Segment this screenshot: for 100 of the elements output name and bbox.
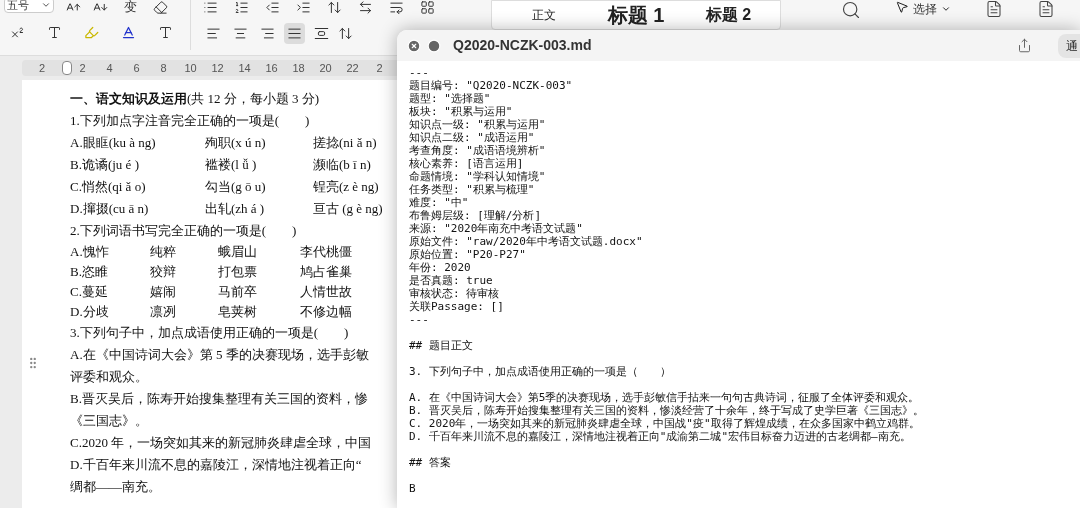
option-text: B.诡谲(ju é ) [70,156,140,174]
option-text: A.愧怍 [70,243,110,261]
option-text: 狡辩 [150,263,177,281]
style-option[interactable]: 标题 1 [585,0,687,30]
text-direction-icon[interactable] [327,0,342,15]
ruler-number: 2 [37,60,47,76]
bullet-list-icon[interactable] [203,0,218,15]
option-text: A.眼眶(ku à ng) [70,134,157,152]
markdown-line: A. 在《中国诗词大会》第5季的决赛现场，选手彭敏信手拈来一句句古典诗词，征服了全体评委和观众。 [409,391,920,404]
document-text: 绸都——南充。 [70,479,161,494]
indent-marker-icon[interactable] [62,61,72,75]
ruler-number: 18 [291,60,306,76]
markdown-line: --- [409,66,429,79]
option-text: 锃亮(z è ng) [313,178,380,196]
numbered-list-icon[interactable] [234,0,249,15]
document-text: 一、语文知识及运用(共 12 分，每小题 3 分) [70,91,320,106]
markdown-line: 是否真题: true [409,274,493,287]
markdown-line: C. 2020年，一场突如其来的新冠肺炎肆虐全球，中国战"疫"取得了辉煌成绩，在众多国家中鹤立鸡群。 [409,417,920,430]
option-text: 皂荚树 [218,303,258,321]
option-text: 嬉闹 [150,283,177,301]
option-text: 鸠占雀巢 [300,263,353,281]
document-icon[interactable] [985,0,1003,18]
document-text: 评委和观众。 [70,369,148,384]
option-text: 濒临(b ī n) [313,156,372,174]
indent-icon[interactable] [296,0,311,15]
superscript-icon[interactable] [10,24,25,40]
option-text: 不修边幅 [300,303,353,321]
close-icon[interactable] [407,38,421,53]
markdown-line: ## 答案 [409,456,451,469]
caret-icon[interactable] [41,0,51,10]
option-text: 出轧(zh á ) [205,200,266,218]
grid-icon[interactable] [420,0,435,15]
markdown-line: 难度: "中" [409,196,469,209]
markdown-line: B. 晋灭吴后，陈寿开始搜集整理有关三国的资料，惨淡经营了十余年，终于写成了史学巨著《三国志》。 [409,404,924,417]
document-text: A.在《中国诗词大会》第 5 季的决赛现场，选手彭敏 [70,347,369,362]
option-text: 马前卒 [218,283,258,301]
share-icon[interactable] [1017,38,1032,53]
document-text: B.晋灭吴后，陈寿开始搜集整理有关三国的资料，惨 [70,391,368,406]
markdown-line: 知识点一级: "积累与运用" [409,118,546,131]
ruler-number: 6 [132,60,141,76]
align-justify-icon[interactable] [284,22,305,44]
style-option[interactable]: 正文 [502,6,586,24]
markdown-line: D. 千百年来川流不息的嘉陵江，深情地注视着正向"成渝第二城"宏伟目标奋力迈进的古老绸都—南充。 [409,430,911,443]
font-color-icon[interactable] [121,24,136,40]
markdown-line: 题型: "选择题" [409,92,491,105]
phonetic-guide-button[interactable]: 变 [120,0,141,17]
document-text: 3.下列句子中，加点成语使用正确的一项是( ) [70,325,349,340]
sort-icon[interactable] [389,0,404,15]
option-text: 勾当(g ō u) [205,178,267,196]
open-with-button[interactable]: 通 [1058,33,1080,58]
ruler-number: 2 [375,60,384,76]
document-text: D.千百年来川流不息的嘉陵江，深情地注视着正向“ [70,457,362,472]
markdown-line: 原始位置: "P20-P27" [409,248,526,261]
pointer-icon[interactable] [895,0,909,14]
style-option[interactable]: 标题 2 [686,3,770,27]
swap-icon[interactable] [358,0,373,15]
option-text: 殉职(x ú n) [205,134,267,152]
ruler-number: 20 [318,60,333,76]
ruler-number: 16 [264,60,279,76]
font-size-select[interactable]: 五号 [4,0,54,13]
search-icon[interactable] [841,0,861,20]
option-text: B.恣睢 [70,263,109,281]
ruler-number: 14 [237,60,252,76]
option-text: 打包票 [218,263,258,281]
select-button[interactable]: 选择 [913,0,937,18]
document-text: 2.下列词语书写完全正确的一项是( ) [70,223,297,238]
option-text: 纯粹 [150,243,177,261]
document-text: C.2020 年，一场突如其来的新冠肺炎肆虐全球，中国 [70,435,372,450]
markdown-line: 关联Passage: [] [409,300,504,313]
option-text: 亘古 (g è ng) [313,200,384,218]
text-effect-icon[interactable] [47,24,62,40]
ruler-number: 8 [159,60,168,76]
markdown-line: ## 题目正文 [409,339,473,352]
markdown-line: 核心素养: [语言运用] [409,157,524,170]
window-title: Q2020-NCZK-003.md [453,36,592,55]
ruler-number: 12 [210,60,225,76]
markdown-line: 3. 下列句子中，加点成语使用正确的一项是（ ） [409,365,671,378]
option-text: 蛾眉山 [218,243,258,261]
document-text: 《三国志》。 [70,413,148,428]
markdown-line: 题目编号: "Q2020-NCZK-003" [409,79,573,92]
ruler-number: 2 [78,60,87,76]
option-text: 凛冽 [150,303,177,321]
option-text: 搓捻(ni ǎ n) [313,134,378,152]
option-text: C.蔓延 [70,283,109,301]
caret-icon[interactable] [941,4,951,14]
markdown-line: 板块: "积累与运用" [409,105,513,118]
ruler-number: 10 [183,60,198,76]
markdown-line: --- [409,313,429,326]
character-border-icon[interactable] [158,24,173,40]
line-spacing-icon[interactable] [338,25,353,41]
outdent-icon[interactable] [265,0,280,15]
markdown-line: B [409,482,416,495]
eraser-icon[interactable] [153,0,168,15]
markdown-line: 年份: 2020 [409,261,471,274]
markdown-line: 审核状态: 待审核 [409,287,500,300]
markdown-line: 考查角度: "成语语境辨析" [409,144,546,157]
markdown-line: 原始文件: "raw/2020年中考语文试题.docx" [409,235,643,248]
document-icon[interactable] [1037,0,1055,18]
option-text: D.撺掇(cu ā n) [70,200,150,218]
option-text: 李代桃僵 [300,243,353,261]
